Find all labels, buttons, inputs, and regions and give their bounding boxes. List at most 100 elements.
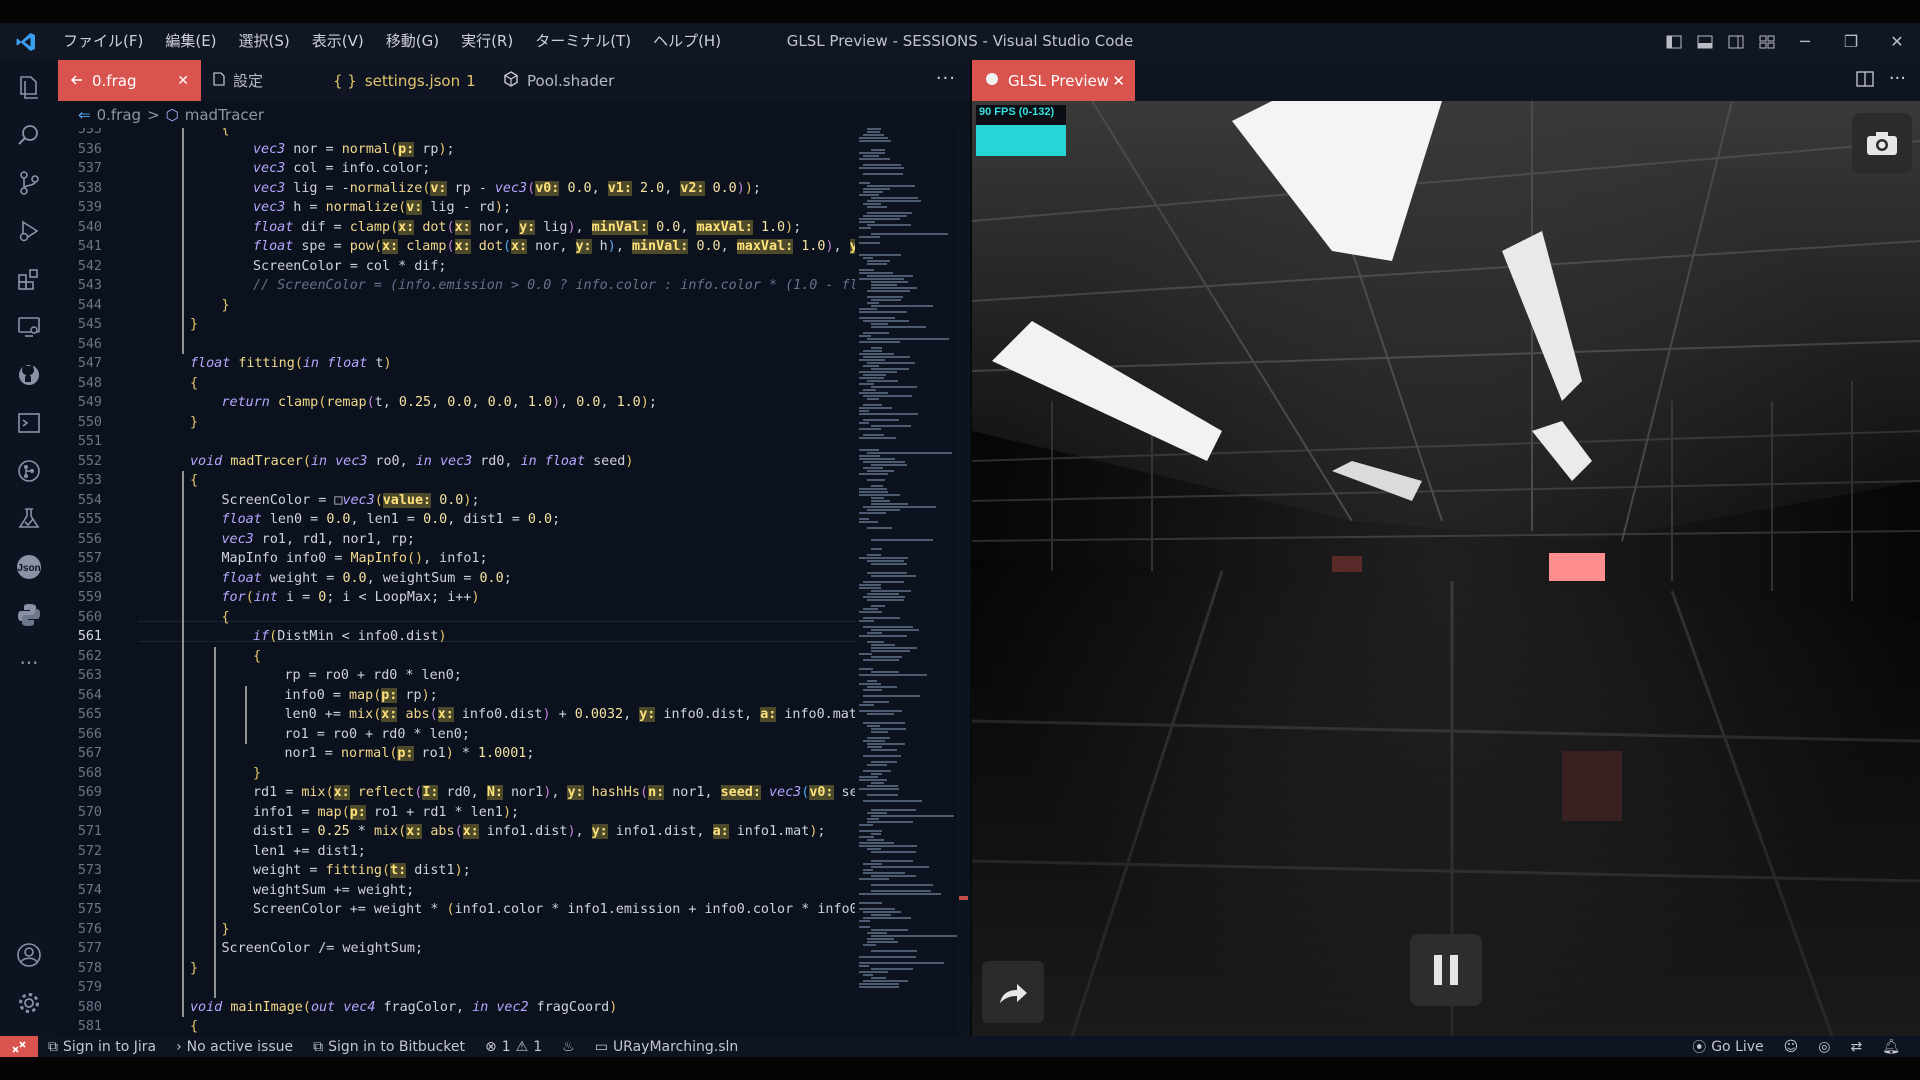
minimap[interactable]	[855, 128, 957, 1036]
share-button[interactable]	[982, 961, 1044, 1023]
minimap-line	[863, 365, 879, 367]
extensions-icon[interactable]	[14, 264, 44, 294]
menu-item[interactable]: ヘルプ(H)	[642, 23, 732, 60]
close-icon[interactable]: ✕	[1112, 72, 1125, 90]
minimap-line	[859, 683, 881, 685]
copilot-icon[interactable]: ◎	[1808, 1039, 1840, 1055]
toggle-primary-sidebar-icon[interactable]	[1658, 23, 1689, 60]
editor-scrollbar[interactable]	[957, 128, 970, 1036]
remote-indicator-button[interactable]	[0, 1036, 38, 1057]
menu-item[interactable]: 選択(S)	[228, 23, 301, 60]
restore-icon[interactable]: ❐	[1828, 23, 1874, 60]
minimap-line	[859, 413, 918, 415]
minimap-line	[859, 455, 880, 457]
minimap-line	[859, 335, 871, 337]
minimize-icon[interactable]: ─	[1782, 23, 1828, 60]
close-icon[interactable]: ✕	[177, 73, 189, 89]
github-icon[interactable]	[14, 360, 44, 390]
line-number: 549	[77, 395, 102, 410]
minimap-line	[859, 371, 897, 373]
minimap-line	[859, 182, 870, 184]
testing-icon[interactable]	[14, 504, 44, 534]
tab-label: 設定	[233, 72, 264, 90]
bitbucket-sign-in[interactable]: ⧉ Sign in to Bitbucket	[303, 1039, 475, 1055]
tab-settings-json[interactable]: { } settings.json 1	[321, 60, 491, 101]
minimap-line	[859, 317, 895, 319]
minimap-line	[859, 437, 896, 439]
code-line: // ScreenColor = (info.emission > 0.0 ? …	[253, 278, 855, 293]
jira-sign-in[interactable]: ⧉ Sign in to Jira	[38, 1039, 166, 1055]
breadcrumb-file[interactable]: 0.frag	[97, 106, 141, 124]
error-count: 1	[501, 1038, 511, 1055]
line-number: 569	[77, 785, 102, 800]
more-views-icon[interactable]: ···	[14, 648, 44, 678]
minimap-line	[859, 194, 879, 196]
code-line: rd1 = mix(x: reflect(I: rd0, N: nor1), y…	[253, 783, 855, 802]
problems-indicator[interactable]: ⊗ 1 ⚠ 1	[475, 1039, 552, 1055]
scrollbar-thumb[interactable]	[959, 896, 968, 900]
minimap-line	[867, 185, 915, 187]
code-line: rp = ro0 + rd0 * len0;	[284, 668, 462, 683]
toggle-panel-icon[interactable]	[1689, 23, 1720, 60]
accounts-icon[interactable]	[14, 940, 44, 970]
tab-label: Pool.shader	[527, 71, 615, 90]
breadcrumb-symbol[interactable]: madTracer	[185, 106, 264, 124]
more-actions-icon[interactable]: ···	[936, 68, 956, 89]
remote-explorer-icon[interactable]	[14, 312, 44, 342]
minimap-line	[871, 875, 916, 877]
minimap-line	[859, 668, 873, 670]
pause-button[interactable]	[1410, 934, 1482, 1006]
code-line: }	[190, 414, 199, 430]
feedback-icon[interactable]: ☺	[1774, 1039, 1809, 1055]
line-number: 540	[77, 219, 102, 235]
terminal-icon[interactable]	[14, 408, 44, 438]
python-icon[interactable]	[14, 600, 44, 630]
customize-layout-icon[interactable]	[1751, 23, 1782, 60]
minimap-line	[871, 326, 926, 328]
minimap-line	[863, 695, 920, 697]
code-editor[interactable]: 535 536 537 538 539 540 541 542 543 544 545 546 547 5…	[58, 128, 855, 1036]
search-icon[interactable]	[14, 120, 44, 150]
minimap-line	[871, 590, 911, 592]
notifications-bell-icon[interactable]: 🔔︎	[1872, 1039, 1910, 1055]
menu-item[interactable]: 実行(R)	[450, 23, 524, 60]
tab-settings[interactable]: 設定	[201, 60, 321, 101]
menu-bar: ファイル(F) 編集(E) 選択(S) 表示(V) 移動(G) 実行(R) ターミナル(T)…	[52, 23, 732, 60]
go-live-button[interactable]: ⦿ Go Live	[1682, 1037, 1773, 1057]
minimap-line	[863, 701, 889, 703]
menu-item[interactable]: 編集(E)	[154, 23, 227, 60]
explorer-icon[interactable]	[14, 72, 44, 102]
more-actions-icon[interactable]: ···	[1889, 68, 1906, 89]
flame-icon[interactable]: ♨	[552, 1039, 585, 1055]
minimap-line	[871, 968, 913, 970]
menu-item[interactable]: 移動(G)	[375, 23, 450, 60]
minimap-line	[859, 557, 908, 559]
code-line: }	[221, 921, 230, 937]
json-icon[interactable]: Json	[14, 552, 44, 582]
close-window-icon[interactable]: ✕	[1874, 23, 1920, 60]
tab-pool-shader[interactable]: Pool.shader	[491, 60, 651, 101]
menu-item[interactable]: ターミナル(T)	[524, 23, 642, 60]
toggle-secondary-sidebar-icon[interactable]	[1720, 23, 1751, 60]
split-editor-icon[interactable]	[1856, 70, 1874, 92]
tab-0-frag[interactable]: 0.frag ✕	[58, 60, 201, 101]
gitlens-icon[interactable]	[14, 456, 44, 486]
live-share-icon[interactable]: ⇄	[1840, 1039, 1872, 1055]
code-line: for(int i = 0; i < LoopMax; i++)	[221, 590, 480, 605]
minimap-line	[871, 977, 886, 979]
source-control-icon[interactable]	[14, 168, 44, 198]
active-issue[interactable]: › No active issue	[166, 1039, 303, 1055]
solution-indicator[interactable]: ▭ URayMarching.sln	[585, 1039, 749, 1055]
minimap-line	[867, 593, 899, 595]
minimap-line	[859, 308, 877, 310]
minimap-line	[863, 461, 905, 463]
settings-gear-icon[interactable]	[14, 988, 44, 1018]
screenshot-camera-button[interactable]	[1852, 113, 1912, 173]
minimap-line	[863, 722, 905, 724]
menu-item[interactable]: ファイル(F)	[52, 23, 154, 60]
menu-item[interactable]: 表示(V)	[301, 23, 375, 60]
glsl-preview-canvas[interactable]: 90 FPS (0-132)	[972, 101, 1920, 1036]
tab-glsl-preview[interactable]: GLSL Preview ✕	[972, 60, 1135, 101]
run-debug-icon[interactable]	[14, 216, 44, 246]
minimap-line	[859, 383, 874, 385]
